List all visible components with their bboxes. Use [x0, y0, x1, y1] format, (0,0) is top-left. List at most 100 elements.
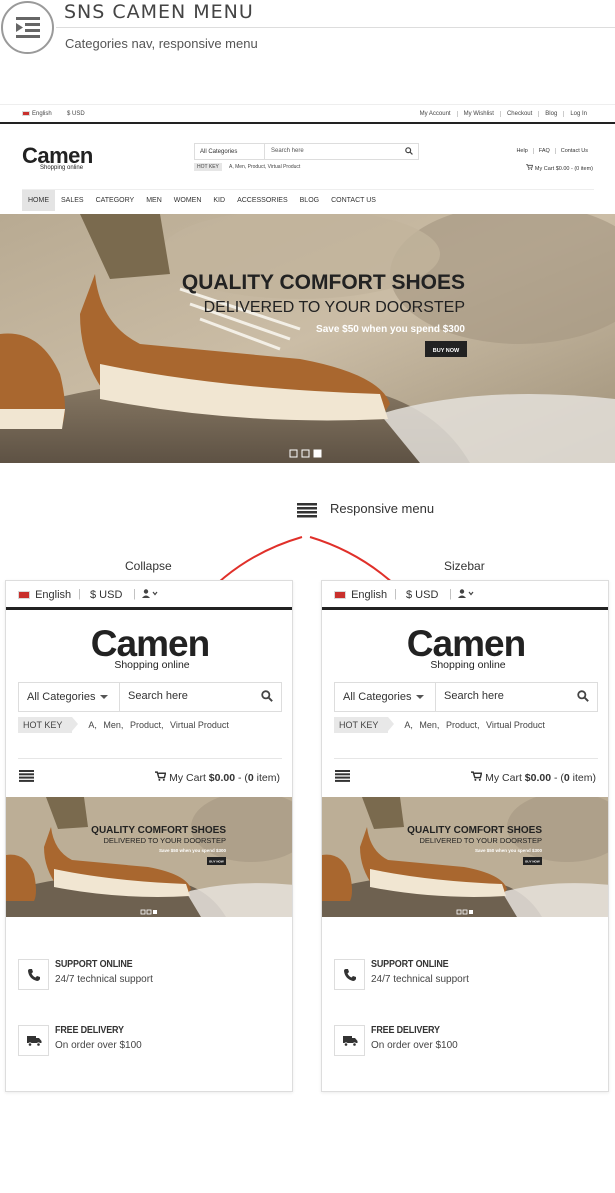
link-my-account[interactable]: My Account	[414, 111, 457, 117]
nav-contact-us[interactable]: CONTACT US	[325, 190, 382, 211]
buy-now-label: BUY NOW	[433, 348, 460, 354]
hot-word[interactable]: Product,	[130, 720, 164, 730]
banner-headline: QUALITY COMFORT SHOES	[407, 825, 542, 836]
currency-selector[interactable]: $ USD	[90, 589, 122, 601]
slide-dot-3[interactable]	[153, 910, 157, 914]
desktop-logo-tagline: Shopping online	[40, 165, 84, 171]
mobile-preview-sizebar: English | $ USD | Camen Shopping online …	[321, 580, 609, 1092]
hot-key-badge: HOT KEY	[18, 717, 79, 733]
hot-word[interactable]: A,	[404, 720, 413, 730]
slide-dot-3[interactable]	[469, 910, 473, 914]
link-help[interactable]: Help	[511, 148, 532, 154]
nav-women[interactable]: WOMEN	[168, 190, 208, 211]
desktop-cart[interactable]: My Cart $0.00 - (0 item)	[526, 164, 593, 172]
cart-icon	[526, 164, 534, 170]
hot-word[interactable]: Men,	[103, 720, 123, 730]
nav-blog[interactable]: BLOG	[294, 190, 325, 211]
page-title: SNS CAMEN MENU	[64, 1, 254, 23]
mobile-preview-collapse: English | $ USD | Camen Shopping online …	[5, 580, 293, 1092]
language-selector[interactable]: English	[18, 589, 71, 601]
currency-selector[interactable]: $ USD	[67, 111, 85, 117]
mobile-hot-keys: HOT KEY A, Men, Product, Virtual Product	[18, 717, 233, 733]
link-blog[interactable]: Blog	[538, 111, 563, 117]
hot-word[interactable]: Virtual Product	[486, 720, 545, 730]
account-links: My Account My Wishlist Checkout Blog Log…	[414, 111, 593, 117]
search-icon[interactable]	[405, 147, 413, 157]
mobile-hot-keys: HOT KEY A, Men, Product, Virtual Product	[334, 717, 549, 733]
banner-offer: Save $50 when you spend $300	[316, 324, 465, 335]
banner-headline: QUALITY COMFORT SHOES	[91, 825, 226, 836]
desktop-main-nav: HOME SALES CATEGORY MEN WOMEN KID ACCESS…	[22, 189, 594, 211]
menu-indent-icon	[1, 1, 54, 54]
hot-word[interactable]: Product,	[446, 720, 480, 730]
header: SNS CAMEN MENU Categories nav, responsiv…	[0, 0, 615, 60]
divider: |	[78, 588, 81, 600]
banner-subline: DELIVERED TO YOUR DOORSTEP	[204, 299, 465, 316]
slide-dot-3[interactable]	[313, 449, 322, 458]
desktop-search-bar: All Categories Search here	[194, 143, 419, 160]
mobile-topbar: English | $ USD |	[322, 581, 608, 610]
truck-icon	[334, 1025, 365, 1056]
nav-home[interactable]: HOME	[22, 190, 55, 211]
search-input[interactable]: Search here	[271, 148, 304, 154]
hot-word[interactable]: A,	[88, 720, 97, 730]
feature-delivery: FREE DELIVERY On order over $100	[334, 1025, 598, 1057]
nav-men[interactable]: MEN	[140, 190, 168, 211]
mobile-topbar: English | $ USD |	[6, 581, 292, 610]
user-menu[interactable]	[142, 589, 158, 601]
currency-selector[interactable]: $ USD	[406, 589, 438, 601]
language-selector[interactable]: English	[22, 111, 52, 117]
title-divider	[56, 27, 615, 28]
uk-flag-icon	[18, 591, 30, 600]
mobile-hero-banner[interactable]: QUALITY COMFORT SHOES DELIVERED TO YOUR …	[322, 797, 608, 917]
desktop-topbar: English $ USD My Account My Wishlist Che…	[0, 105, 615, 124]
hot-word[interactable]: Virtual Product	[170, 720, 229, 730]
link-faq[interactable]: FAQ	[532, 148, 555, 154]
mobile-hero-banner[interactable]: QUALITY COMFORT SHOES DELIVERED TO YOUR …	[6, 797, 292, 917]
chevron-down-icon	[100, 695, 108, 699]
banner-headline: QUALITY COMFORT SHOES	[182, 271, 465, 294]
hot-key-badge: HOT KEY	[194, 163, 222, 171]
nav-category[interactable]: CATEGORY	[90, 190, 141, 211]
search-input[interactable]: Search here	[128, 690, 188, 702]
mobile-search-bar: All Categories Search here	[334, 682, 598, 712]
nav-sales[interactable]: SALES	[55, 190, 90, 211]
nav-accessories[interactable]: ACCESSORIES	[231, 190, 294, 211]
link-checkout[interactable]: Checkout	[499, 111, 538, 117]
mobile-logo-tagline: Shopping online	[430, 659, 506, 671]
buy-now-label: BUY NOW	[209, 860, 224, 864]
hamburger-icon	[297, 503, 317, 518]
category-select[interactable]: All Categories	[195, 144, 265, 159]
user-menu[interactable]	[458, 589, 474, 601]
banner-subline: DELIVERED TO YOUR DOORSTEP	[103, 836, 226, 845]
feature-delivery: FREE DELIVERY On order over $100	[18, 1025, 282, 1057]
link-contact-us[interactable]: Contact Us	[554, 148, 593, 154]
nav-kid[interactable]: KID	[207, 190, 231, 211]
hot-key-badge: HOT KEY	[334, 717, 395, 733]
language-selector[interactable]: English	[334, 589, 387, 601]
divider	[18, 758, 282, 759]
uk-flag-icon	[22, 111, 30, 116]
desktop-preview: English $ USD My Account My Wishlist Che…	[0, 104, 615, 463]
mobile-cart[interactable]: My Cart $0.00 - (0 item)	[155, 771, 280, 784]
divider: |	[394, 588, 397, 600]
search-icon[interactable]	[577, 690, 589, 705]
search-icon[interactable]	[261, 690, 273, 705]
banner-subline: DELIVERED TO YOUR DOORSTEP	[419, 836, 542, 845]
divider	[334, 758, 598, 759]
link-log-in[interactable]: Log In	[563, 111, 593, 117]
collapse-label: Collapse	[125, 559, 172, 573]
hamburger-icon[interactable]	[19, 770, 34, 782]
feature-support: SUPPORT ONLINE 24/7 technical support	[334, 959, 598, 991]
hot-word[interactable]: Men,	[419, 720, 439, 730]
feature-icon-partial	[18, 1091, 49, 1092]
phone-icon	[334, 959, 365, 990]
link-my-wishlist[interactable]: My Wishlist	[456, 111, 500, 117]
uk-flag-icon	[334, 591, 346, 600]
search-input[interactable]: Search here	[444, 690, 504, 702]
desktop-hot-keys: HOT KEY A, Men, Product, Virtual Product	[194, 163, 300, 171]
desktop-hero-banner[interactable]: QUALITY COMFORT SHOES DELIVERED TO YOUR …	[0, 214, 615, 463]
mobile-cart[interactable]: My Cart $0.00 - (0 item)	[471, 771, 596, 784]
hot-key-words[interactable]: A, Men, Product, Virtual Product	[229, 164, 300, 170]
hamburger-icon[interactable]	[335, 770, 350, 782]
